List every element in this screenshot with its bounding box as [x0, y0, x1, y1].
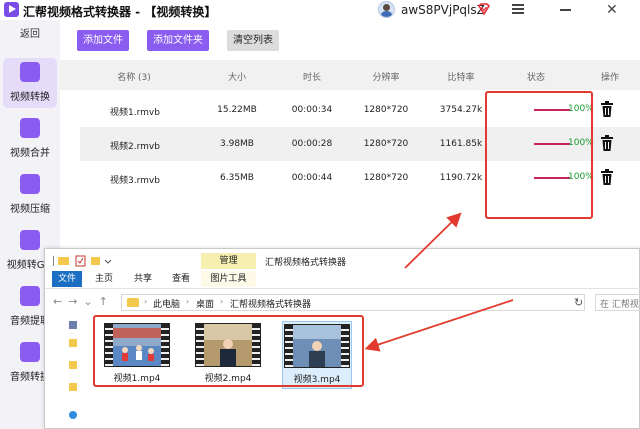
- user-avatar[interactable]: [378, 1, 395, 18]
- file-name: 视频1.rmvb: [110, 108, 160, 118]
- microphone-icon: [20, 342, 40, 362]
- address-bar[interactable]: › 此电脑 › 桌面 › 汇帮视频格式转换器 ⌄: [121, 294, 640, 311]
- onedrive-icon: [69, 411, 77, 419]
- sidebar-item-label: 视频转换: [10, 92, 50, 103]
- file-size: 6.35MB: [220, 173, 254, 183]
- video-merge-icon: [20, 118, 40, 138]
- chevron-right-icon: ›: [220, 297, 224, 306]
- minimize-icon[interactable]: [560, 9, 571, 11]
- sidebar-item-label: 视频合并: [10, 148, 50, 159]
- tab-home[interactable]: 主页: [90, 271, 118, 287]
- files-highlight-box: [93, 315, 364, 387]
- folder-icon: [127, 298, 139, 307]
- chevron-right-icon: ›: [186, 297, 190, 306]
- menu-icon[interactable]: [512, 4, 524, 14]
- app-logo-icon: [4, 2, 19, 17]
- refresh-icon[interactable]: ↻: [574, 296, 583, 309]
- sidebar-item-video-convert[interactable]: 视频转换: [3, 58, 57, 108]
- col-resolution: 分辨率: [372, 73, 400, 83]
- nav-buttons[interactable]: ←→⌄↑: [53, 295, 114, 308]
- file-size: 3.98MB: [220, 139, 254, 149]
- gif-icon: [20, 230, 40, 250]
- ribbon-divider: [45, 288, 640, 289]
- trash-icon[interactable]: [600, 101, 614, 118]
- file-duration: 00:00:44: [291, 173, 333, 183]
- back-link[interactable]: 返回: [0, 25, 60, 40]
- file-duration: 00:00:28: [291, 139, 333, 149]
- music-note-icon: [20, 286, 40, 306]
- col-name: 名称 (3): [117, 73, 151, 83]
- app-title: 汇帮视频格式转换器 - 【视频转换】: [23, 5, 217, 19]
- add-file-button[interactable]: 添加文件: [77, 30, 129, 51]
- file-size: 15.22MB: [217, 105, 257, 115]
- explorer-window-title: 汇帮视频格式转换器: [265, 258, 347, 268]
- file-resolution: 1280*720: [363, 139, 409, 149]
- file-bitrate: 1161.85k: [439, 139, 483, 149]
- file-duration: 00:00:34: [291, 105, 333, 115]
- col-action: 操作: [600, 73, 620, 83]
- col-size: 大小: [227, 73, 247, 83]
- explorer-ribbon: 管理 汇帮视频格式转换器 文件 主页 共享 查看 图片工具: [45, 249, 640, 288]
- table-header: 名称 (3) 大小 时长 分辨率 比特率 状态 操作: [60, 60, 640, 90]
- tab-picture-tools[interactable]: 图片工具: [201, 271, 256, 287]
- navigation-pane[interactable]: [65, 317, 77, 427]
- breadcrumb-pc[interactable]: 此电脑: [153, 297, 180, 310]
- trash-icon[interactable]: [600, 135, 614, 152]
- add-folder-button[interactable]: 添加文件夹: [147, 30, 209, 51]
- vip-diamond-icon[interactable]: [477, 2, 491, 16]
- clear-list-button[interactable]: 清空列表: [227, 30, 279, 51]
- manage-context-tab[interactable]: 管理: [201, 253, 256, 269]
- status-highlight-box: [485, 91, 593, 219]
- search-input[interactable]: 在 汇帮视: [595, 294, 640, 311]
- video-convert-icon: [20, 62, 40, 82]
- file-bitrate: 3754.27k: [439, 105, 483, 115]
- pc-icon: [69, 321, 77, 329]
- breadcrumb-desktop[interactable]: 桌面: [196, 297, 214, 310]
- folder-icon: [69, 361, 77, 369]
- file-bitrate: 1190.72k: [439, 173, 483, 183]
- tab-view[interactable]: 查看: [167, 271, 195, 287]
- sidebar-item-label: 视频压缩: [10, 204, 50, 215]
- search-placeholder: 在 汇帮视: [600, 300, 639, 310]
- file-resolution: 1280*720: [363, 173, 409, 183]
- tab-file[interactable]: 文件: [52, 271, 82, 287]
- file-resolution: 1280*720: [363, 105, 409, 115]
- folder-icon: [69, 339, 77, 347]
- folder-icon: [69, 383, 77, 391]
- chevron-right-icon: ›: [144, 297, 148, 306]
- video-compress-icon: [20, 174, 40, 194]
- quick-access-toolbar-icons[interactable]: [53, 255, 123, 267]
- tab-share[interactable]: 共享: [129, 271, 157, 287]
- file-name: 视频2.rmvb: [110, 142, 160, 152]
- col-status: 状态: [526, 73, 546, 83]
- username[interactable]: awS8PVjPqlsZ: [401, 3, 485, 17]
- close-icon[interactable]: ✕: [606, 3, 618, 17]
- file-name: 视频3.rmvb: [110, 176, 160, 186]
- trash-icon[interactable]: [600, 169, 614, 186]
- title-bar: 汇帮视频格式转换器 - 【视频转换】 awS8PVjPqlsZ ✕: [0, 0, 640, 20]
- sidebar-item-video-merge[interactable]: 视频合并: [3, 114, 57, 164]
- col-bitrate: 比特率: [447, 73, 475, 83]
- breadcrumb-folder[interactable]: 汇帮视频格式转换器: [230, 297, 311, 310]
- col-duration: 时长: [302, 73, 322, 83]
- sidebar-item-video-compress[interactable]: 视频压缩: [3, 170, 57, 220]
